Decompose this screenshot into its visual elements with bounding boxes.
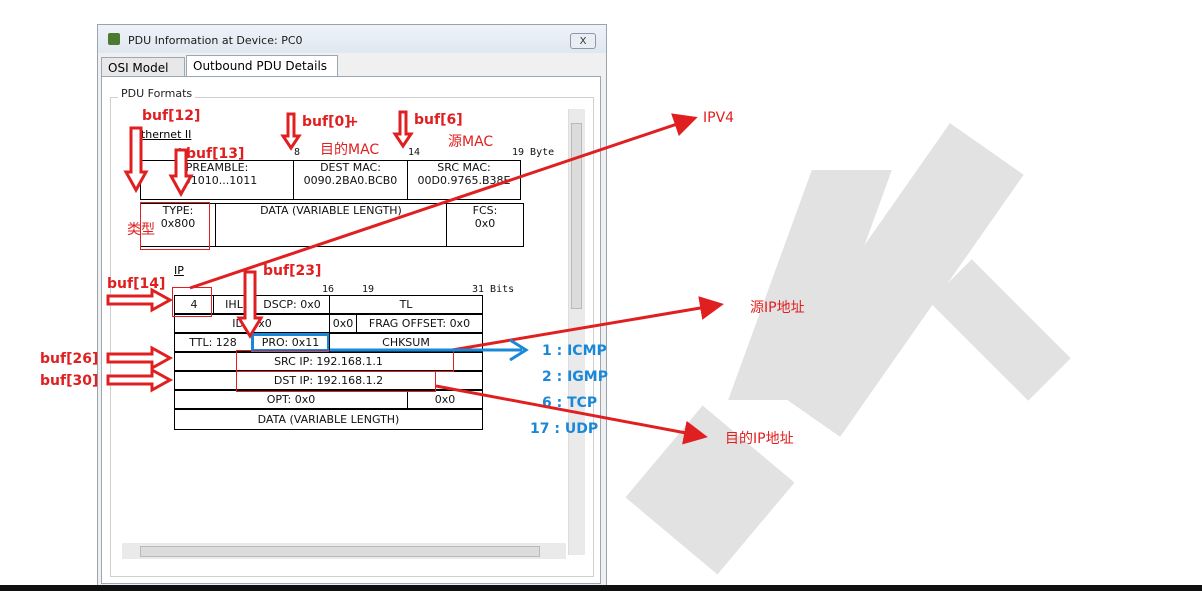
down-arrow-buf6 — [392, 110, 414, 149]
down-arrow-buf0 — [280, 112, 302, 151]
annotation-arrows — [106, 110, 724, 445]
right-arrow-buf26 — [106, 345, 174, 371]
bottom-bar — [0, 585, 1202, 591]
arrow-to-src-ip — [451, 296, 724, 352]
right-arrow-buf30 — [106, 367, 174, 393]
arrow-to-ipv4 — [189, 113, 698, 290]
down-arrow-buf13 — [168, 148, 194, 198]
down-arrow-buf23 — [236, 270, 264, 339]
arrow-to-dst-ip — [435, 384, 708, 445]
down-arrow-buf12 — [123, 126, 149, 194]
right-arrow-buf14 — [106, 287, 174, 313]
